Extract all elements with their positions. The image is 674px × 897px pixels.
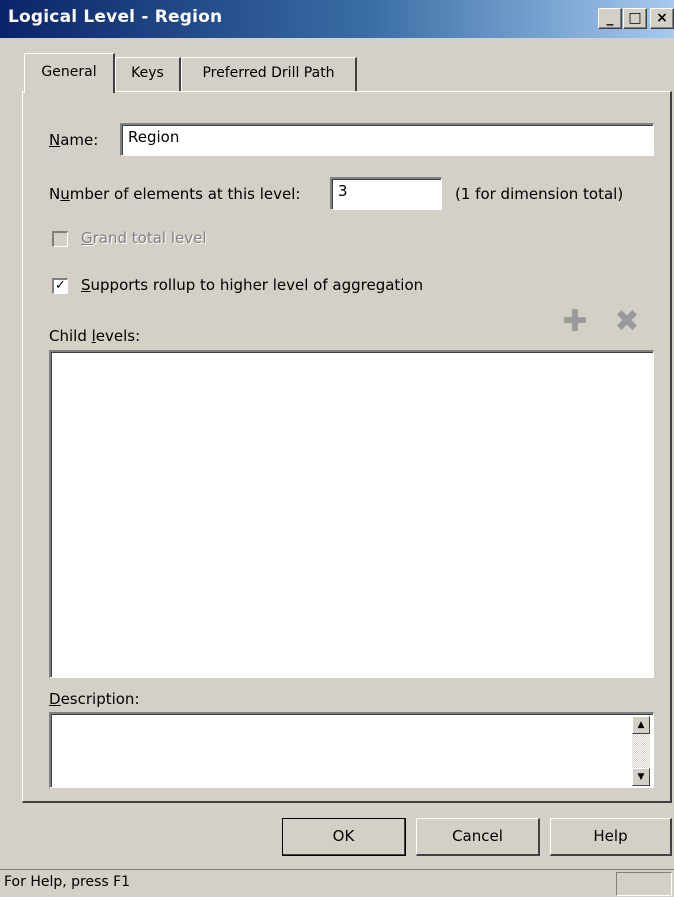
scroll-track[interactable]: [632, 734, 650, 768]
help-button[interactable]: Help: [550, 818, 672, 856]
delete-icon[interactable]: ✖: [612, 307, 642, 337]
ok-button[interactable]: OK: [282, 818, 406, 856]
rollup-label: Supports rollup to higher level of aggre…: [81, 276, 424, 294]
name-input-value: Region: [128, 128, 180, 146]
scroll-up-button[interactable]: ▲: [632, 716, 650, 734]
elements-input-value: 3: [338, 182, 348, 200]
maximize-button[interactable]: □: [623, 8, 647, 29]
rollup-checkbox[interactable]: ✓: [52, 278, 68, 294]
tab-preferred-drill-path[interactable]: Preferred Drill Path: [181, 57, 357, 91]
description-label: Description:: [49, 690, 140, 708]
child-levels-list[interactable]: [49, 350, 654, 678]
cancel-button[interactable]: Cancel: [416, 818, 540, 856]
elements-label: Number of elements at this level:: [49, 185, 301, 203]
status-pane: [616, 872, 672, 896]
tab-keys[interactable]: Keys: [115, 57, 181, 91]
check-icon: ✓: [55, 278, 66, 293]
minimize-button[interactable]: _: [598, 8, 622, 29]
window-title: Logical Level - Region: [8, 7, 223, 27]
name-label: Name:: [49, 131, 99, 149]
child-levels-label: Child levels:: [49, 327, 141, 345]
grand-total-checkbox[interactable]: [52, 231, 68, 247]
elements-input[interactable]: 3: [330, 177, 442, 210]
tab-general[interactable]: General: [24, 53, 115, 93]
elements-hint: (1 for dimension total): [455, 185, 624, 203]
name-input[interactable]: Region: [120, 123, 654, 156]
grand-total-label: Grand total level: [81, 229, 207, 247]
description-textarea[interactable]: [49, 712, 654, 788]
scroll-down-button[interactable]: ▼: [632, 768, 650, 786]
add-icon[interactable]: ✚: [560, 307, 590, 337]
close-button[interactable]: ×: [650, 8, 674, 29]
status-text: For Help, press F1: [4, 874, 131, 890]
